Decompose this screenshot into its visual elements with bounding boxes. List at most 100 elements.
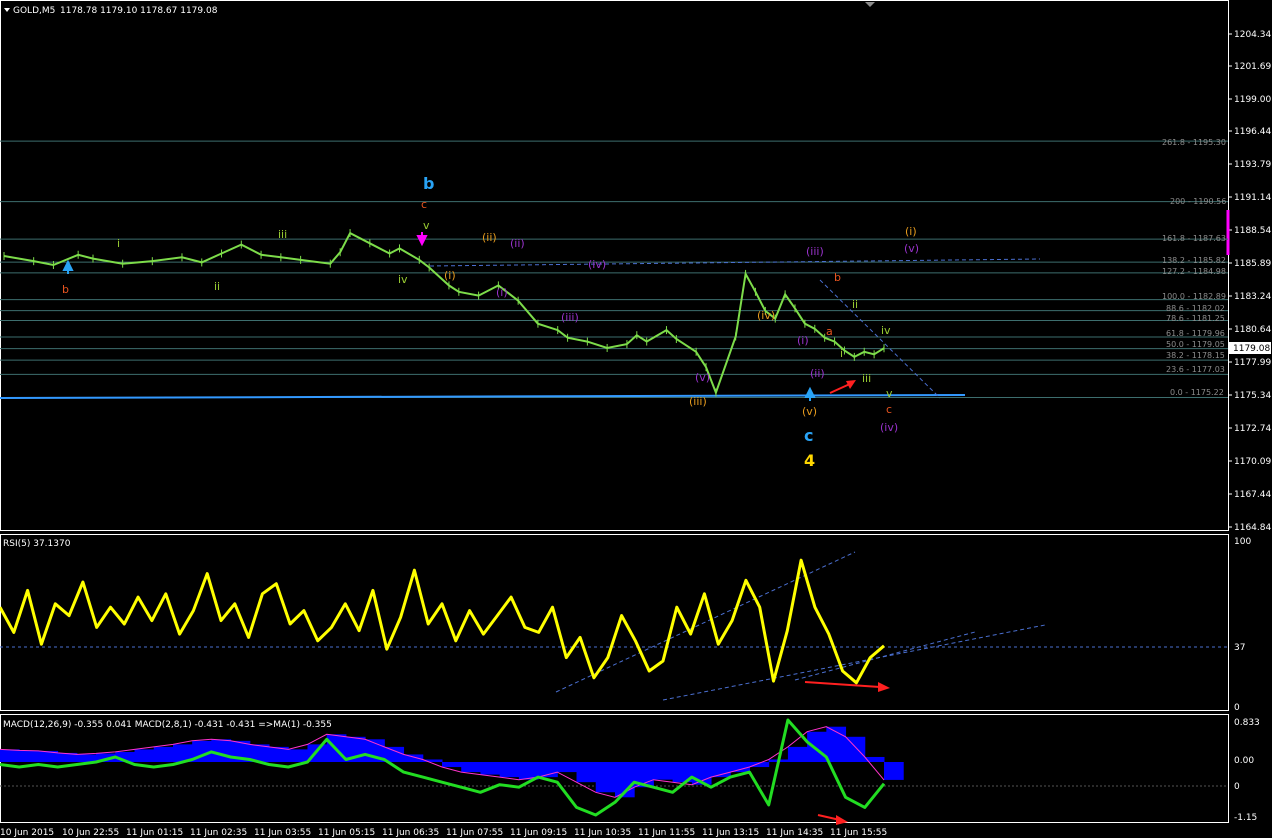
price-tick: 1167.44 [1234, 490, 1271, 500]
arrowhead-icon [836, 815, 848, 825]
wave-label: (iii) [806, 245, 824, 258]
price-tick: 1183.24 [1234, 292, 1271, 302]
wave-label: iii [862, 372, 871, 385]
fib-label: 161.8 - 1187.63 [1162, 234, 1226, 243]
time-label: 11 Jun 03:55 [254, 828, 311, 838]
wave-label: i [840, 347, 843, 360]
wave-label: c [421, 198, 427, 211]
time-label: 11 Jun 01:15 [126, 828, 183, 838]
macd-histogram-bar [19, 750, 39, 763]
macd-histogram-bar [0, 749, 20, 763]
up-arrow-icon [804, 386, 816, 401]
wave-label: (v) [904, 242, 919, 255]
price-series [3, 229, 885, 397]
fibonacci-labels: 261.8 - 1195.30 200 - 1190.56 161.8 - 11… [1162, 138, 1226, 397]
wave-label: (ii) [482, 231, 497, 244]
up-arrow-icon [62, 259, 74, 274]
wave-label: iv [881, 324, 891, 337]
ohlc-values: 1178.78 1179.10 1178.67 1179.08 [60, 6, 218, 16]
time-label: 11 Jun 02:35 [190, 828, 247, 838]
macd-histogram-bar [480, 762, 501, 775]
time-axis: 10 Jun 2015 10 Jun 22:55 11 Jun 01:15 11… [0, 828, 887, 838]
wave-label: iii [278, 228, 287, 241]
fib-label: 78.6 - 1181.25 [1166, 314, 1225, 323]
macd-tick: 0 [1234, 782, 1240, 792]
time-label: 11 Jun 06:35 [382, 828, 439, 838]
time-label: 11 Jun 09:15 [510, 828, 567, 838]
price-tick: 1172.74 [1234, 424, 1271, 434]
wave-label: v [423, 219, 430, 232]
macd-tick: 0.00 [1234, 756, 1254, 766]
fib-label: 127.2 - 1184.98 [1162, 267, 1226, 276]
wave-label: c [886, 403, 892, 416]
price-tick: 1164.84 [1234, 523, 1271, 533]
collapse-triangle-icon[interactable] [4, 8, 10, 12]
fib-label: 88.6 - 1182.02 [1166, 304, 1225, 313]
price-line [3, 231, 885, 396]
time-label: 10 Jun 22:55 [62, 828, 119, 838]
rsi-divergence-arrow [804, 681, 881, 688]
wave-label: (iv) [588, 258, 606, 271]
time-label: 11 Jun 07:55 [446, 828, 503, 838]
wave-label: b [834, 271, 841, 284]
wave-label: ii [214, 280, 220, 293]
wave-label: c [804, 426, 813, 445]
arrowhead-icon [878, 682, 890, 692]
macd-histogram-bar [807, 731, 827, 763]
fib-label: 61.8 - 1179.96 [1166, 329, 1225, 338]
wave-label: (iii) [561, 311, 579, 324]
price-tick: 1188.54 [1234, 226, 1271, 236]
price-tick: 1193.79 [1234, 160, 1271, 170]
wave-label: (i) [444, 269, 456, 282]
wave-label: b [62, 283, 69, 296]
rsi-trend-line [794, 631, 976, 681]
trend-line-diagonal [819, 279, 941, 399]
wave-label: (i) [905, 225, 917, 238]
macd-histogram-bar [787, 746, 808, 763]
rsi-tick: 100 [1234, 537, 1251, 547]
wave-label: (i) [496, 286, 508, 299]
macd-axis: 0.833 0.00 0 -1.15 [1234, 718, 1260, 823]
rsi-trend-line [662, 624, 1046, 701]
wave-label: a [826, 325, 833, 338]
wave-label: v [886, 387, 893, 400]
price-tick: 1185.89 [1234, 259, 1271, 269]
macd-histogram-bar [153, 746, 174, 763]
chart-shift-marker-icon[interactable] [865, 2, 875, 7]
wave-label: ii [852, 298, 858, 311]
price-tick: 1201.69 [1234, 62, 1271, 72]
rsi-tick: 37 [1234, 643, 1245, 653]
fib-label: 38.2 - 1178.15 [1166, 351, 1225, 360]
price-tick: 1196.44 [1234, 127, 1271, 137]
time-label: 11 Jun 05:15 [318, 828, 375, 838]
fib-label: 0.0 - 1175.22 [1170, 388, 1224, 397]
wave-label: 4 [804, 451, 815, 470]
wave-label: (iv) [880, 421, 898, 434]
rsi-line [0, 558, 885, 685]
price-axis: 1204.34 1201.69 1199.00 1196.44 1193.79 … [1226, 30, 1271, 533]
macd-histogram-bar [576, 762, 597, 783]
macd-histogram-bar [653, 762, 674, 780]
macd-histogram-bar [442, 762, 462, 768]
rsi-series [0, 558, 885, 685]
price-tick: 1191.14 [1234, 193, 1271, 203]
fibonacci-levels [0, 140, 1228, 398]
wave-label: (v) [802, 405, 817, 418]
macd-histogram-bar [134, 749, 155, 763]
wave-label: (v) [695, 371, 710, 384]
time-label: 11 Jun 14:35 [766, 828, 823, 838]
price-tick: 1175.34 [1234, 391, 1271, 401]
wave-label: b [423, 174, 434, 193]
rsi-tick: 0 [1234, 703, 1240, 713]
time-label: 11 Jun 13:15 [702, 828, 759, 838]
fib-label: 200 - 1190.56 [1170, 197, 1226, 206]
macd-histogram-bar [499, 762, 520, 778]
current-price-label: 1179.08 [1233, 344, 1270, 354]
wave-label: iv [398, 273, 408, 286]
macd-histogram-bar [461, 762, 481, 773]
trading-chart: GOLD,M5 1178.78 1179.10 1178.67 1179.08 … [0, 0, 1271, 838]
wave-label: (iii) [689, 395, 707, 408]
down-arrow-icon [416, 232, 428, 247]
macd-histogram-bar [288, 749, 308, 763]
macd-histogram-bar [595, 762, 616, 793]
